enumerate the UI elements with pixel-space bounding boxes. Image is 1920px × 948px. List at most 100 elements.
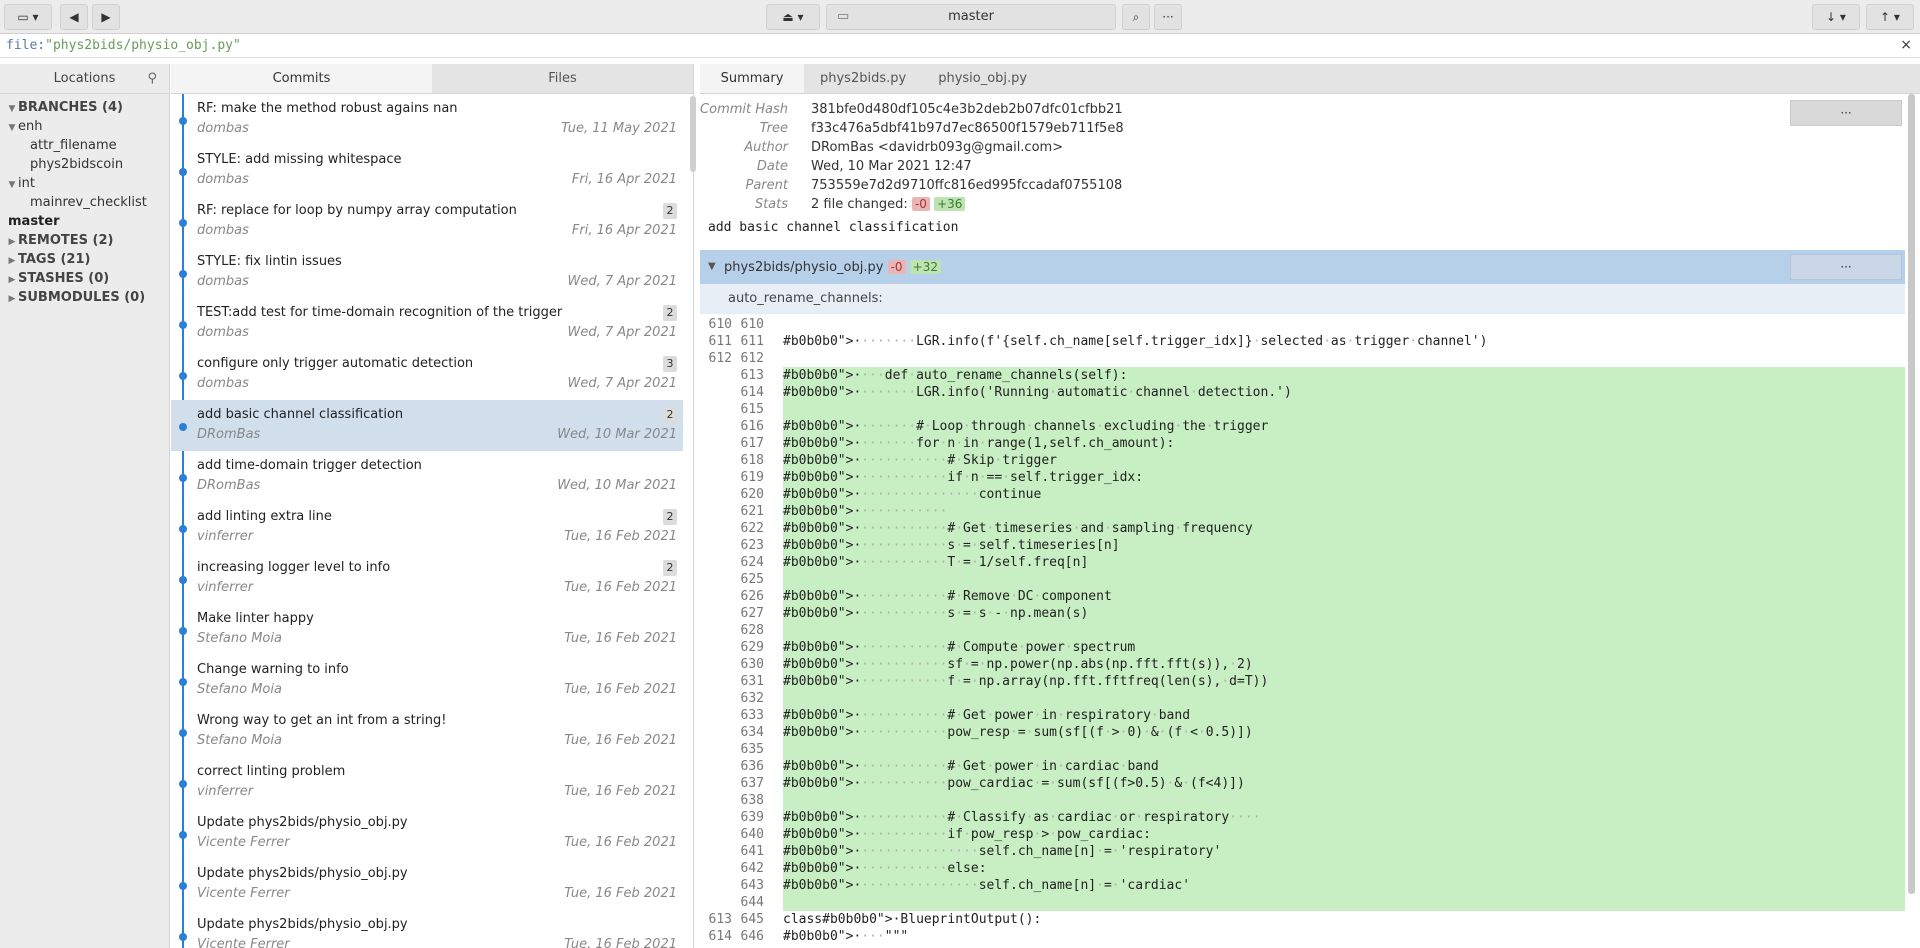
location-item[interactable]: attr_filename <box>0 136 169 155</box>
commit-row[interactable]: TEST:add test for time-domain recognitio… <box>171 298 683 349</box>
commit-list-scrollbar[interactable] <box>690 96 696 172</box>
commit-row[interactable]: add time-domain trigger detection DRomBas… <box>171 451 683 502</box>
file-count-badge: 3 <box>663 356 677 372</box>
commit-row[interactable]: STYLE: add missing whitespace dombas Fri, … <box>171 145 683 196</box>
new-line-number: 617 <box>740 436 764 451</box>
pull-button[interactable]: ↓ ▾ <box>1812 4 1860 30</box>
commit-row[interactable]: correct linting problem vinferrer Tue, 16 … <box>171 757 683 808</box>
caret-icon[interactable]: ▼ <box>6 176 18 195</box>
meta-row: Author DRomBas <davidrb093g@gmail.com> <box>700 138 1780 157</box>
file-count-badge: 2 <box>663 407 677 423</box>
branch-selector[interactable]: ▭ master <box>826 4 1116 30</box>
meta-value[interactable]: 753559e7d2d9710ffc816ed995fccadaf0755108 <box>811 176 1122 195</box>
commit-row[interactable]: increasing logger level to info vinferrer… <box>171 553 683 604</box>
tab-locations[interactable]: Locations ⚲ <box>0 64 169 94</box>
commit-author: vinferrer <box>197 784 254 799</box>
caret-icon[interactable]: ▶ <box>6 290 18 309</box>
new-line-number: 612 <box>740 351 764 366</box>
filter-input[interactable]: file:"phys2bids/physio_obj.py" × <box>0 34 1920 58</box>
forward-button[interactable]: ▶ <box>92 4 120 30</box>
location-item[interactable]: ▶ SUBMODULES (0) <box>0 288 169 307</box>
commit-row[interactable]: STYLE: fix lintin issues dombas Wed, 7 Apr… <box>171 247 683 298</box>
commit-row[interactable]: add linting extra line vinferrer Tue, 16 F… <box>171 502 683 553</box>
tab-commits[interactable]: Commits <box>171 64 432 93</box>
location-item[interactable]: ▶ STASHES (0) <box>0 269 169 288</box>
added-line: 642 #b0b0b0">············else: <box>700 860 1905 877</box>
commit-row[interactable]: Update phys2bids/physio_obj.py Vicente Fe… <box>171 859 683 910</box>
meta-value[interactable]: Wed, 10 Mar 2021 12:47 <box>811 157 972 176</box>
stats-deletions: -0 <box>911 197 930 211</box>
commit-dot <box>179 423 187 431</box>
meta-value[interactable]: f33c476a5dbf41b97d7ec86500f1579eb711f5e8 <box>811 119 1124 138</box>
commit-author: dombas <box>197 325 249 340</box>
added-line: 643 #b0b0b0">················self.ch_name… <box>700 877 1905 894</box>
search-button[interactable]: ⌕ <box>1122 4 1150 30</box>
code-text: #b0b0b0">····""" <box>783 929 909 944</box>
meta-label: Author <box>744 140 788 155</box>
more-button[interactable]: ··· <box>1154 4 1182 30</box>
detail-scrollbar[interactable] <box>1908 94 1915 894</box>
added-line: 630 #b0b0b0">············sf·=·np.power(np… <box>700 656 1905 673</box>
commit-date: Tue, 16 Feb 2021 <box>564 682 677 697</box>
commit-row[interactable]: Wrong way to get an int from a string! St… <box>171 706 683 757</box>
commit-author: dombas <box>197 121 249 136</box>
caret-icon[interactable]: ▼ <box>6 119 18 138</box>
added-line: 620 #b0b0b0">················continue <box>700 486 1905 503</box>
tab-physio-obj-py[interactable]: physio_obj.py <box>922 64 1043 93</box>
file-diff-header[interactable]: ▼ phys2bids/physio_obj.py -0 +32 <box>700 250 1905 284</box>
sidebar-toggle-button[interactable]: ▭ ▾ <box>4 4 52 30</box>
new-line-number: 615 <box>740 402 764 417</box>
location-item[interactable]: ▼ int <box>0 174 169 193</box>
added-line: 617 #b0b0b0">········for·n·in·range(1,sel… <box>700 435 1905 452</box>
meta-value[interactable]: 381bfe0d480df105c4e3b2deb2b07dfc01cfbb21 <box>811 100 1123 119</box>
code-text: #b0b0b0">············if·pow_resp·>·pow_c… <box>783 826 1905 843</box>
new-line-number: 629 <box>740 640 764 655</box>
commit-date: Tue, 16 Feb 2021 <box>564 937 677 948</box>
file-more-button[interactable]: ··· <box>1790 254 1902 280</box>
added-line: 635 <box>700 741 1905 758</box>
code-text: class#b0b0b0">·BlueprintOutput(): <box>783 912 1042 927</box>
commit-dot <box>179 525 187 533</box>
commit-author: Vicente Ferrer <box>197 835 290 850</box>
location-item[interactable]: phys2bidscoin <box>0 155 169 174</box>
sidebar-icon: ▭ ▾ <box>17 10 39 24</box>
location-item[interactable]: master <box>0 212 169 231</box>
new-line-number: 611 <box>740 334 764 349</box>
commit-row[interactable]: add basic channel classification DRomBas W… <box>171 400 683 451</box>
commit-date: Wed, 10 Mar 2021 <box>557 427 677 442</box>
collapse-icon[interactable]: ▼ <box>708 250 716 284</box>
location-item[interactable]: ▼ BRANCHES (4) <box>0 98 169 117</box>
tab-summary[interactable]: Summary <box>700 64 804 93</box>
close-icon[interactable]: × <box>1900 34 1912 57</box>
added-line: 622 #b0b0b0">············#·Get·timeseries… <box>700 520 1905 537</box>
added-line: 641 #b0b0b0">················self.ch_name… <box>700 843 1905 860</box>
commit-row[interactable]: configure only trigger automatic detecti… <box>171 349 683 400</box>
commit-row[interactable]: Update phys2bids/physio_obj.py Vicente Fe… <box>171 910 683 948</box>
location-item[interactable]: mainrev_checklist <box>0 193 169 212</box>
commit-row[interactable]: RF: replace for loop by numpy array comp… <box>171 196 683 247</box>
push-button[interactable]: ↑ ▾ <box>1866 4 1914 30</box>
new-line-number: 641 <box>740 844 764 859</box>
commit-more-button[interactable]: ··· <box>1790 100 1902 126</box>
location-item[interactable]: ▶ REMOTES (2) <box>0 231 169 250</box>
old-line-number: 610 <box>708 317 732 332</box>
location-item[interactable]: ▶ TAGS (21) <box>0 250 169 269</box>
back-button[interactable]: ◀ <box>60 4 88 30</box>
location-label: TAGS (21) <box>18 252 91 267</box>
location-label: BRANCHES (4) <box>18 100 123 115</box>
commit-row[interactable]: Make linter happy Stefano Moia Tue, 16 Feb… <box>171 604 683 655</box>
filter-icon[interactable]: ⚲ <box>147 64 157 94</box>
new-line-number: 619 <box>740 470 764 485</box>
tab-files[interactable]: Files <box>432 64 693 93</box>
commit-dot <box>179 933 187 941</box>
commit-row[interactable]: Update phys2bids/physio_obj.py Vicente Fe… <box>171 808 683 859</box>
commit-row[interactable]: Change warning to info Stefano Moia Tue, 1… <box>171 655 683 706</box>
location-item[interactable]: ▼ enh <box>0 117 169 136</box>
added-line: 614 #b0b0b0">········LGR.info('Running·au… <box>700 384 1905 401</box>
tab-phys2bids-py[interactable]: phys2bids.py <box>804 64 922 93</box>
commit-row[interactable]: RF: make the method robust agains nan dom… <box>171 94 683 145</box>
stash-button[interactable]: ⏏ ▾ <box>766 4 820 30</box>
code-text <box>783 894 1905 911</box>
meta-value[interactable]: DRomBas <davidrb093g@gmail.com> <box>811 138 1063 157</box>
hunk-header: auto_rename_channels: <box>700 284 1905 314</box>
